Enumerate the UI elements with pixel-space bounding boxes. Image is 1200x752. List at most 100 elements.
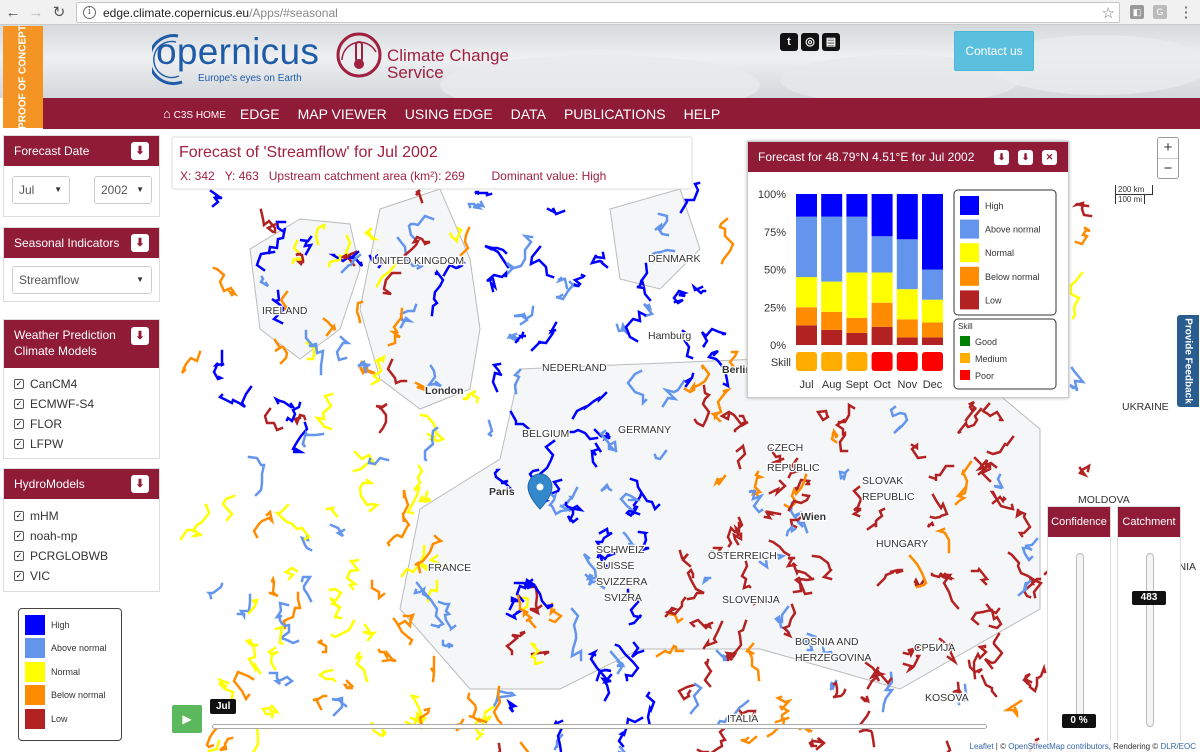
info-icon[interactable]: ⬇ [1018, 150, 1033, 165]
osm-link[interactable]: OpenStreetMap contributors [1008, 742, 1109, 751]
menu-edge[interactable]: EDGE [240, 106, 280, 122]
map-label: REPUBLIC [767, 462, 820, 474]
back-icon[interactable]: ← [4, 4, 22, 22]
indicator-select[interactable]: Streamflow ▼ [12, 266, 152, 294]
menu-publications[interactable]: PUBLICATIONS [564, 106, 666, 122]
climate-models-header: Weather Prediction Climate Models ⬇ [4, 320, 159, 368]
forecast-bar-chart: 100% 75% 50% 25% 0% Jul Aug Sept Oct Nov Dec Skill H… [758, 189, 1057, 391]
skill-legend-label: Poor [975, 371, 994, 381]
menu-c3s-home[interactable]: ⌂ C3S HOME [163, 106, 226, 121]
confidence-slider[interactable] [1076, 553, 1084, 727]
c3s-thermometer-icon[interactable] [334, 30, 384, 80]
x-tick-label: Nov [898, 379, 918, 391]
y-tick-label: 0% [770, 340, 786, 352]
bar-segment [846, 216, 868, 273]
model-lfpw-checkbox[interactable]: ✓ LFPW [4, 434, 159, 454]
play-button[interactable]: ▶ [172, 705, 202, 733]
checkbox-icon: ✓ [14, 399, 24, 409]
address-bar[interactable]: i edge.climate.copernicus.eu/Apps/#seaso… [76, 2, 1120, 23]
close-icon[interactable]: ✕ [1042, 150, 1057, 165]
y-tick-label: 25% [764, 302, 786, 314]
bar-segment [922, 337, 943, 345]
forecast-date-panel: Forecast Date ⬇ Jul ▼ 2002 ▼ [3, 135, 160, 217]
dlr-link[interactable]: DLR/EOC [1160, 742, 1196, 751]
x-tick-label: Jul [799, 379, 813, 391]
map-label: FRANCE [428, 562, 471, 574]
info-icon[interactable]: i [83, 6, 96, 19]
zoom-out-button[interactable]: − [1158, 158, 1178, 178]
bar-segment [796, 325, 817, 345]
bar-segment [821, 281, 843, 312]
zoom-in-button[interactable]: + [1158, 138, 1178, 158]
reload-icon[interactable]: ↻ [50, 4, 68, 22]
hydro-mhm-checkbox[interactable]: ✓ mHM [4, 506, 159, 526]
catchment-value[interactable]: 483 [1132, 591, 1166, 605]
bar-segment [871, 236, 893, 273]
menu-help[interactable]: HELP [684, 106, 721, 122]
checkbox-icon: ✓ [14, 551, 24, 561]
hydro-pcrglobwb-checkbox[interactable]: ✓ PCRGLOBWB [4, 546, 159, 566]
model-cancm4-checkbox[interactable]: ✓ CanCM4 [4, 374, 159, 394]
info-download-icon[interactable]: ⬇ [131, 142, 149, 160]
info-icon[interactable]: ⬇ [131, 475, 149, 493]
timeline-current[interactable]: Jul [210, 699, 237, 714]
x-tick-label: Sept [846, 379, 869, 391]
provide-feedback-tab[interactable]: Provide Feedback [1177, 315, 1199, 407]
map-label: SVIZRA [604, 592, 642, 604]
month-select[interactable]: Jul ▼ [12, 176, 70, 204]
twitter-icon[interactable]: t [780, 33, 798, 51]
timeline-track[interactable] [212, 724, 987, 729]
map-label: SLOVAK [862, 475, 903, 487]
hydro-noahmp-checkbox[interactable]: ✓ noah-mp [4, 526, 159, 546]
legend-label: Low [985, 295, 1002, 305]
forecast-date-header: Forecast Date ⬇ [4, 136, 159, 166]
menu-data[interactable]: DATA [511, 106, 546, 122]
google-extension-icon[interactable]: G [1153, 5, 1167, 19]
map-label: HERZEGOVINA [795, 652, 871, 664]
hydro-vic-checkbox[interactable]: ✓ VIC [4, 566, 159, 586]
bar-segment [796, 277, 817, 308]
map-title: Forecast of 'Streamflow' for Jul 2002 [179, 144, 438, 161]
extension-icon[interactable]: ◧ [1130, 5, 1144, 19]
confidence-value[interactable]: 0 % [1062, 714, 1096, 728]
skill-swatch [960, 336, 970, 346]
zoom-control: + − [1157, 137, 1179, 179]
hydro-models-header: HydroModels ⬇ [4, 469, 159, 499]
legend-swatch [960, 290, 979, 310]
contact-us-button[interactable]: Contact us [954, 31, 1034, 71]
download-icon[interactable]: ⬇ [994, 150, 1009, 165]
bookmark-star-icon[interactable]: ☆ [1102, 4, 1115, 22]
instagram-icon[interactable]: ◎ [801, 33, 819, 51]
skill-marker [896, 352, 918, 371]
map-label: ÖSTERREICH [708, 550, 777, 562]
leaflet-link[interactable]: Leaflet [970, 742, 994, 751]
play-icon: ▶ [182, 712, 192, 726]
bar-segment [922, 194, 943, 270]
catchment-slider[interactable] [1146, 553, 1154, 727]
bar-segment [821, 329, 843, 345]
map-attribution: Leaflet | © OpenStreetMap contributors, … [965, 741, 1200, 752]
checkbox-icon: ✓ [14, 571, 24, 581]
x-tick-label: Oct [874, 379, 891, 391]
map-label: SLOVENIJA [722, 594, 780, 606]
map-label: IRELAND [262, 305, 308, 317]
bar-segment [922, 299, 943, 323]
forward-icon[interactable]: → [27, 4, 45, 22]
menu-map-viewer[interactable]: MAP VIEWER [298, 106, 387, 122]
model-flor-checkbox[interactable]: ✓ FLOR [4, 414, 159, 434]
menu-using-edge[interactable]: USING EDGE [405, 106, 493, 122]
bar-segment [922, 269, 943, 300]
slideshare-icon[interactable]: ▤ [822, 33, 840, 51]
bar-segment [821, 216, 843, 282]
bar-segment [796, 216, 817, 278]
map-viewer[interactable]: IRELAND UNITED KINGDOM London DENMARK Hambur… [0, 129, 1200, 752]
info-icon[interactable]: ⬇ [131, 234, 149, 252]
bar-segment [896, 337, 918, 345]
model-ecmwf-checkbox[interactable]: ✓ ECMWF-S4 [4, 394, 159, 414]
legend-label: High [985, 201, 1004, 211]
year-select[interactable]: 2002 ▼ [94, 176, 152, 204]
info-icon[interactable]: ⬇ [131, 327, 149, 345]
browser-menu-icon[interactable]: ⋮ [1177, 4, 1195, 22]
map-label: CZECH [767, 442, 803, 454]
checkbox-icon: ✓ [14, 531, 24, 541]
